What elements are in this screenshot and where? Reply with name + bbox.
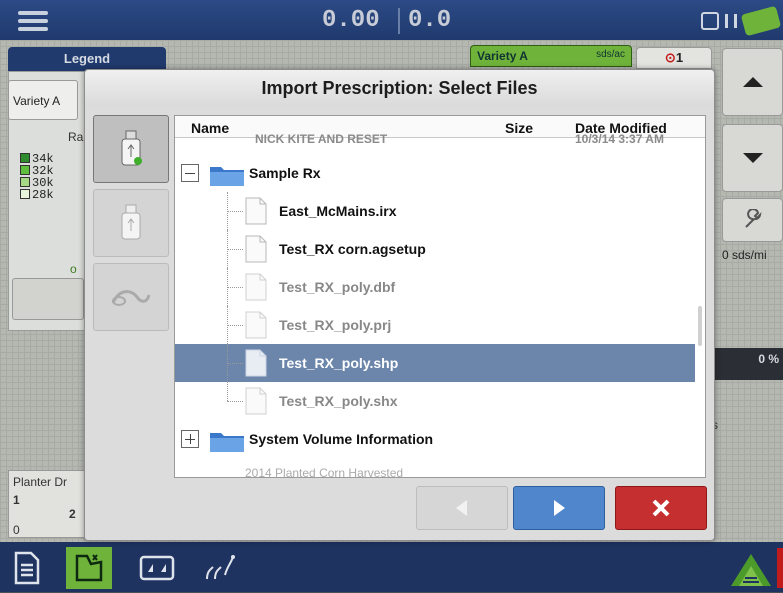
scroll-down-button[interactable] — [722, 124, 783, 192]
next-button[interactable] — [513, 486, 605, 530]
file-row[interactable]: Test_RX corn.agsetup — [175, 230, 695, 268]
legend-title[interactable]: Legend — [8, 47, 166, 71]
legend-rate-label: Ra — [68, 130, 84, 144]
file-row[interactable]: Test_RX_poly.prj — [175, 306, 695, 344]
gps-signal-icon — [725, 14, 737, 28]
variety-a-tab[interactable]: Variety A sds/ac — [470, 45, 632, 67]
readout-divider — [398, 8, 400, 34]
folder-name: System Volume Information — [249, 431, 434, 447]
gps-status-icon[interactable] — [701, 12, 719, 30]
crop-plants-icon[interactable] — [196, 547, 242, 589]
folder-name: Sample Rx — [249, 165, 321, 181]
status-icons — [701, 5, 782, 37]
network-icon — [111, 290, 151, 306]
legend-footer: o — [70, 262, 77, 276]
collapse-icon[interactable] — [181, 164, 199, 182]
folder-row[interactable]: Sample Rx — [175, 154, 695, 192]
field-map-icon[interactable] — [66, 547, 112, 589]
import-prescription-dialog: Import Prescription: Select Files Name S… — [84, 69, 715, 541]
file-icon — [245, 311, 267, 339]
file-icon — [245, 273, 267, 301]
split-view-icon[interactable] — [134, 547, 180, 589]
alert-count: 1 — [675, 50, 684, 65]
red-edge-indicator — [777, 548, 783, 588]
file-name: Test_RX_poly.shx — [279, 393, 398, 409]
wrench-icon — [744, 209, 762, 228]
rate-text: 0 sds/mi — [722, 248, 767, 262]
tree-line — [227, 287, 243, 288]
arrow-right-icon — [554, 500, 565, 516]
planter-row-2: 0 — [13, 523, 20, 537]
variety-tab-unit: sds/ac — [596, 49, 625, 60]
wrench-button[interactable] — [722, 198, 783, 242]
arrow-up-icon — [742, 77, 763, 87]
variety-tab-label: Variety A — [477, 49, 528, 63]
planter-row-1b: 2 — [69, 507, 76, 521]
legend-variety-button[interactable]: Variety A — [8, 80, 78, 120]
file-row[interactable]: Test_RX_poly.shx — [175, 382, 695, 420]
usb-drive-connected-button[interactable] — [93, 115, 169, 183]
dialog-title: Import Prescription: Select Files — [85, 70, 714, 106]
column-size[interactable]: Size — [505, 120, 533, 136]
readout-left: 0.00 — [322, 7, 380, 34]
planter-row-1a: 1 — [13, 493, 20, 507]
background-left-button[interactable] — [12, 278, 84, 320]
partial-file-name: 2014 Planted Corn Harvested — [245, 466, 404, 478]
legend-item: 28k — [20, 188, 54, 202]
file-name: Test_RX_poly.dbf — [279, 279, 396, 295]
network-button[interactable] — [93, 263, 169, 331]
cancel-button[interactable] — [615, 486, 707, 530]
usb-drive-button[interactable] — [93, 189, 169, 257]
bottom-bar — [0, 542, 783, 592]
document-icon[interactable] — [4, 547, 50, 589]
folder-row[interactable]: System Volume Information — [175, 420, 695, 458]
file-name: Test_RX_poly.shp — [279, 355, 399, 371]
hamburger-menu-icon[interactable] — [10, 7, 56, 35]
tree-line — [227, 249, 243, 250]
file-icon — [245, 387, 267, 415]
readout-right: 0.0 — [408, 7, 452, 34]
expand-icon[interactable] — [181, 430, 199, 448]
scroll-up-button[interactable] — [722, 48, 783, 116]
folder-icon — [210, 433, 244, 452]
close-icon — [652, 499, 670, 517]
tree-line — [227, 401, 243, 402]
scrollbar[interactable] — [698, 306, 702, 346]
partial-folder-name: NICK KITE AND RESET — [255, 132, 388, 146]
folder-open-icon — [210, 167, 244, 186]
file-name: East_McMains.irx — [279, 203, 397, 219]
file-icon — [245, 349, 267, 377]
top-bar: 0.00 0.0 — [0, 0, 783, 40]
alert-count-tab[interactable]: ⊙1 — [636, 47, 712, 69]
column-name[interactable]: Name — [191, 120, 229, 136]
tree-line — [227, 211, 243, 212]
planter-panel[interactable]: Planter Dr 1 2 0 — [8, 470, 90, 538]
partial-folder-date: 10/3/14 3:37 AM — [575, 132, 664, 146]
file-row[interactable]: East_McMains.irx — [175, 192, 695, 230]
planter-label: Planter Dr — [13, 475, 68, 489]
previous-button[interactable] — [416, 486, 508, 530]
usb-drive-connected-icon — [121, 130, 142, 166]
file-name: Test_RX_poly.prj — [279, 317, 392, 333]
tree-line — [227, 363, 243, 364]
arrow-left-icon — [456, 500, 467, 516]
alert-icon: ⊙ — [664, 50, 676, 65]
arrow-down-icon — [742, 153, 763, 163]
satellite-icon[interactable] — [740, 5, 782, 37]
file-name: Test_RX corn.agsetup — [279, 241, 426, 257]
file-row-selected[interactable]: Test_RX_poly.shp — [175, 344, 695, 382]
progress-text: 0 % — [758, 352, 779, 366]
brand-logo-icon[interactable] — [729, 548, 773, 593]
tree-line — [227, 325, 243, 326]
file-icon — [245, 197, 267, 225]
file-row[interactable]: Test_RX_poly.dbf — [175, 268, 695, 306]
usb-drive-icon — [121, 204, 141, 240]
tree-line — [227, 382, 228, 401]
file-icon — [245, 235, 267, 263]
file-list-panel[interactable]: Name Size Date Modified NICK KITE AND RE… — [174, 115, 706, 478]
